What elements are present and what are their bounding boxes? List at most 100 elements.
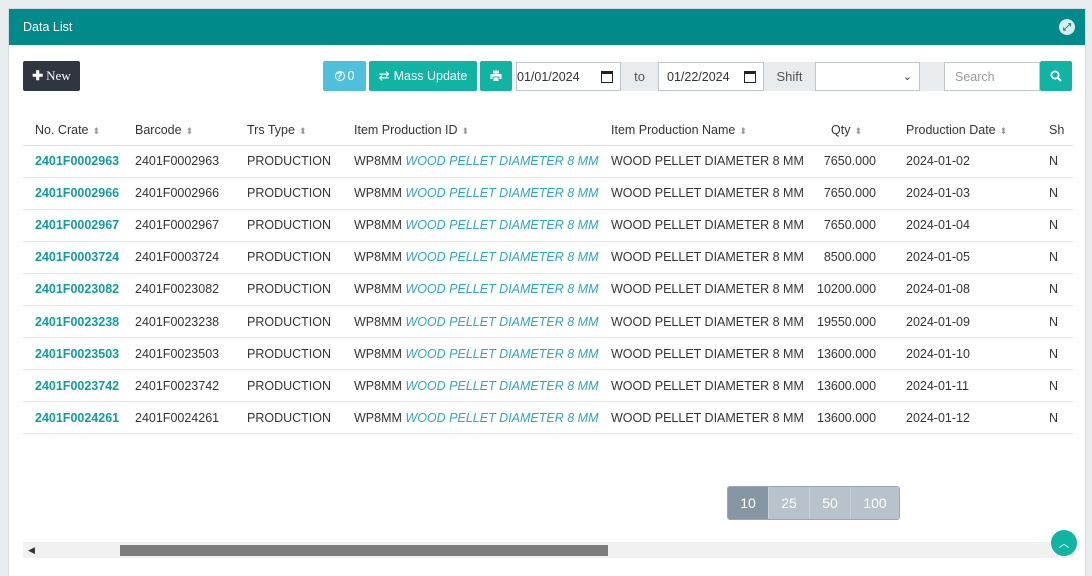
production-date-cell: 2024-01-05	[906, 241, 1049, 274]
shift-cell: N	[1049, 401, 1073, 435]
page-size-50[interactable]: 50	[810, 487, 851, 519]
barcode-cell: 2401F0024261	[135, 401, 247, 435]
scroll-left-icon[interactable]: ◀	[28, 545, 35, 556]
item-id: WP8MM	[354, 250, 402, 265]
crate-link[interactable]: 2401F0002966	[35, 186, 119, 200]
crate-link[interactable]: 2401F0023742	[35, 379, 119, 393]
trs-type-cell: PRODUCTION	[247, 369, 354, 403]
item-production-name-cell: WOOD PELLET DIAMETER 8 MM	[611, 241, 817, 274]
item-production-id-cell: WP8MM WOOD PELLET DIAMETER 8 MM	[354, 209, 611, 242]
scrollbar-thumb[interactable]	[120, 545, 608, 556]
crate-link[interactable]: 2401F0024408	[35, 443, 119, 445]
item-production-id-cell: WP8MM WOOD PELLET DIAMETER 8 MM	[354, 401, 611, 435]
crate-link[interactable]: 2401F0003724	[35, 250, 119, 264]
item-production-name-cell: WOOD PELLET DIAMETER 8 MM	[611, 337, 817, 371]
item-production-id-cell: WP8MM WOOD PELLET DIAMETER 8 MM	[354, 433, 611, 445]
table-row: 2401F0023742 2401F0023742 PRODUCTION WP8MM …	[23, 369, 1073, 403]
trs-type-cell: PRODUCTION	[247, 273, 354, 306]
col-header-trs-type[interactable]: Trs Type ⬍	[247, 115, 354, 146]
date-to-input[interactable]: 01/22/2024	[658, 62, 764, 91]
production-date-cell: 2024-01-04	[906, 209, 1049, 242]
calendar-icon[interactable]	[601, 71, 613, 83]
horizontal-scrollbar[interactable]: ◀	[23, 542, 1073, 558]
item-description: WOOD PELLET DIAMETER 8 MM	[405, 282, 599, 297]
sort-icon[interactable]: ⬍	[1000, 126, 1008, 136]
panel-title: Data List	[23, 20, 73, 34]
qty-cell: 13600.000	[817, 401, 906, 435]
item-description: WOOD PELLET DIAMETER 8 MM	[405, 443, 598, 445]
col-header-qty[interactable]: Qty ⬍	[817, 115, 906, 146]
toolbar: ✚ New ? 0 ⇄ Mass Update 01/01/2024 to 01…	[23, 61, 1072, 92]
shift-cell: N	[1049, 369, 1073, 403]
date-from-input[interactable]: 01/01/2024	[516, 62, 621, 91]
page-size-10[interactable]: 10	[728, 487, 769, 519]
shift-cell: N	[1049, 145, 1073, 178]
shift-select[interactable]: ⌄	[815, 62, 920, 91]
production-date-cell: 2024-01-11	[906, 369, 1049, 403]
panel-header: Data List ⤢	[9, 9, 1085, 45]
item-production-name-cell: WOOD PELLET DIAMETER 8 MM	[611, 401, 817, 435]
scroll-top-button[interactable]: ︿	[1050, 529, 1078, 557]
calendar-icon[interactable]	[744, 71, 756, 83]
table-row: 2401F0002963 2401F0002963 PRODUCTION WP8MM …	[23, 145, 1073, 178]
item-id: WP8MM	[354, 218, 402, 233]
sort-icon[interactable]: ⬍	[186, 126, 194, 136]
crate-link[interactable]: 2401F0024261	[35, 411, 119, 425]
page-size-25[interactable]: 25	[769, 487, 810, 519]
production-date-cell: 2024-01-12	[906, 401, 1049, 435]
page-size-100[interactable]: 100	[851, 487, 899, 519]
barcode-cell: 2401F0023238	[135, 305, 247, 339]
qty-cell: 13600.000	[817, 369, 906, 403]
col-header-no-crate[interactable]: No. Crate ⬍	[23, 115, 135, 146]
shift-cell: N	[1049, 305, 1073, 339]
barcode-cell: 2401F0023082	[135, 273, 247, 306]
search-input[interactable]: Search	[944, 62, 1040, 91]
chevron-up-icon: ︿	[1058, 538, 1070, 550]
crate-link[interactable]: 2401F0002963	[35, 154, 119, 168]
trs-type-cell: PRODUCTION	[247, 145, 354, 178]
search-button[interactable]	[1040, 61, 1072, 91]
barcode-cell: 2401F0023742	[135, 369, 247, 403]
item-id: WP8MM	[354, 378, 402, 393]
print-button[interactable]	[480, 61, 512, 91]
item-production-id-cell: WP8MM WOOD PELLET DIAMETER 8 MM	[354, 177, 611, 210]
barcode-cell: 2401F0023503	[135, 337, 247, 371]
crate-link[interactable]: 2401F0023082	[35, 282, 119, 296]
sort-icon[interactable]: ⬍	[93, 126, 101, 136]
qty-cell: 7650.000	[817, 145, 906, 178]
sort-icon[interactable]: ⬍	[854, 126, 862, 136]
crate-link[interactable]: 2401F0023238	[35, 315, 119, 329]
data-list-panel: Data List ⤢ ✚ New ? 0 ⇄ Mass Update 01/0…	[8, 8, 1086, 576]
item-production-id-cell: WP8MM WOOD PELLET DIAMETER 8 MM	[354, 241, 611, 274]
item-production-name-cell: WOOD PELLET DIAMETER 8 MM	[611, 433, 817, 445]
item-description: WOOD PELLET DIAMETER 8 MM	[405, 314, 599, 329]
qty-cell: 7650.000	[817, 177, 906, 210]
item-description: WOOD PELLET DIAMETER 8 MM	[405, 186, 599, 201]
sort-icon[interactable]: ⬍	[462, 126, 470, 136]
item-production-name-cell: WOOD PELLET DIAMETER 8 MM	[611, 145, 817, 178]
col-header-production-date[interactable]: Production Date ⬍	[906, 115, 1049, 146]
help-count-button[interactable]: ? 0	[323, 61, 366, 91]
col-header-item-production-id[interactable]: Item Production ID ⬍	[354, 115, 611, 146]
expand-arrows-icon[interactable]: ⤢	[1059, 19, 1075, 35]
item-production-name-cell: WOOD PELLET DIAMETER 8 MM	[611, 273, 817, 306]
new-button[interactable]: ✚ New	[23, 61, 80, 91]
table-row: 2401F00244082401F0024408PRODUCTIONWP8MM …	[23, 433, 1073, 445]
item-production-id-cell: WP8MM WOOD PELLET DIAMETER 8 MM	[354, 337, 611, 371]
crate-link[interactable]: 2401F0002967	[35, 218, 119, 232]
sort-icon[interactable]: ⬍	[739, 126, 747, 136]
chevron-down-icon: ⌄	[902, 71, 912, 83]
sort-icon[interactable]: ⬍	[299, 126, 307, 136]
mass-update-button[interactable]: ⇄ Mass Update	[369, 61, 477, 91]
shift-cell: N	[1049, 177, 1073, 210]
shift-cell: N	[1049, 433, 1073, 445]
col-header-item-production-name[interactable]: Item Production Name ⬍	[611, 115, 817, 146]
crate-link[interactable]: 2401F0023503	[35, 347, 119, 361]
col-header-shift[interactable]: Sh	[1049, 115, 1073, 146]
col-header-barcode[interactable]: Barcode ⬍	[135, 115, 247, 146]
shift-label: Shift	[764, 62, 815, 91]
qty-cell: 19550.000	[817, 305, 906, 339]
production-date-cell: 2024-01-13	[906, 433, 1049, 445]
shift-cell: N	[1049, 241, 1073, 274]
item-description: WOOD PELLET DIAMETER 8 MM	[405, 346, 599, 361]
